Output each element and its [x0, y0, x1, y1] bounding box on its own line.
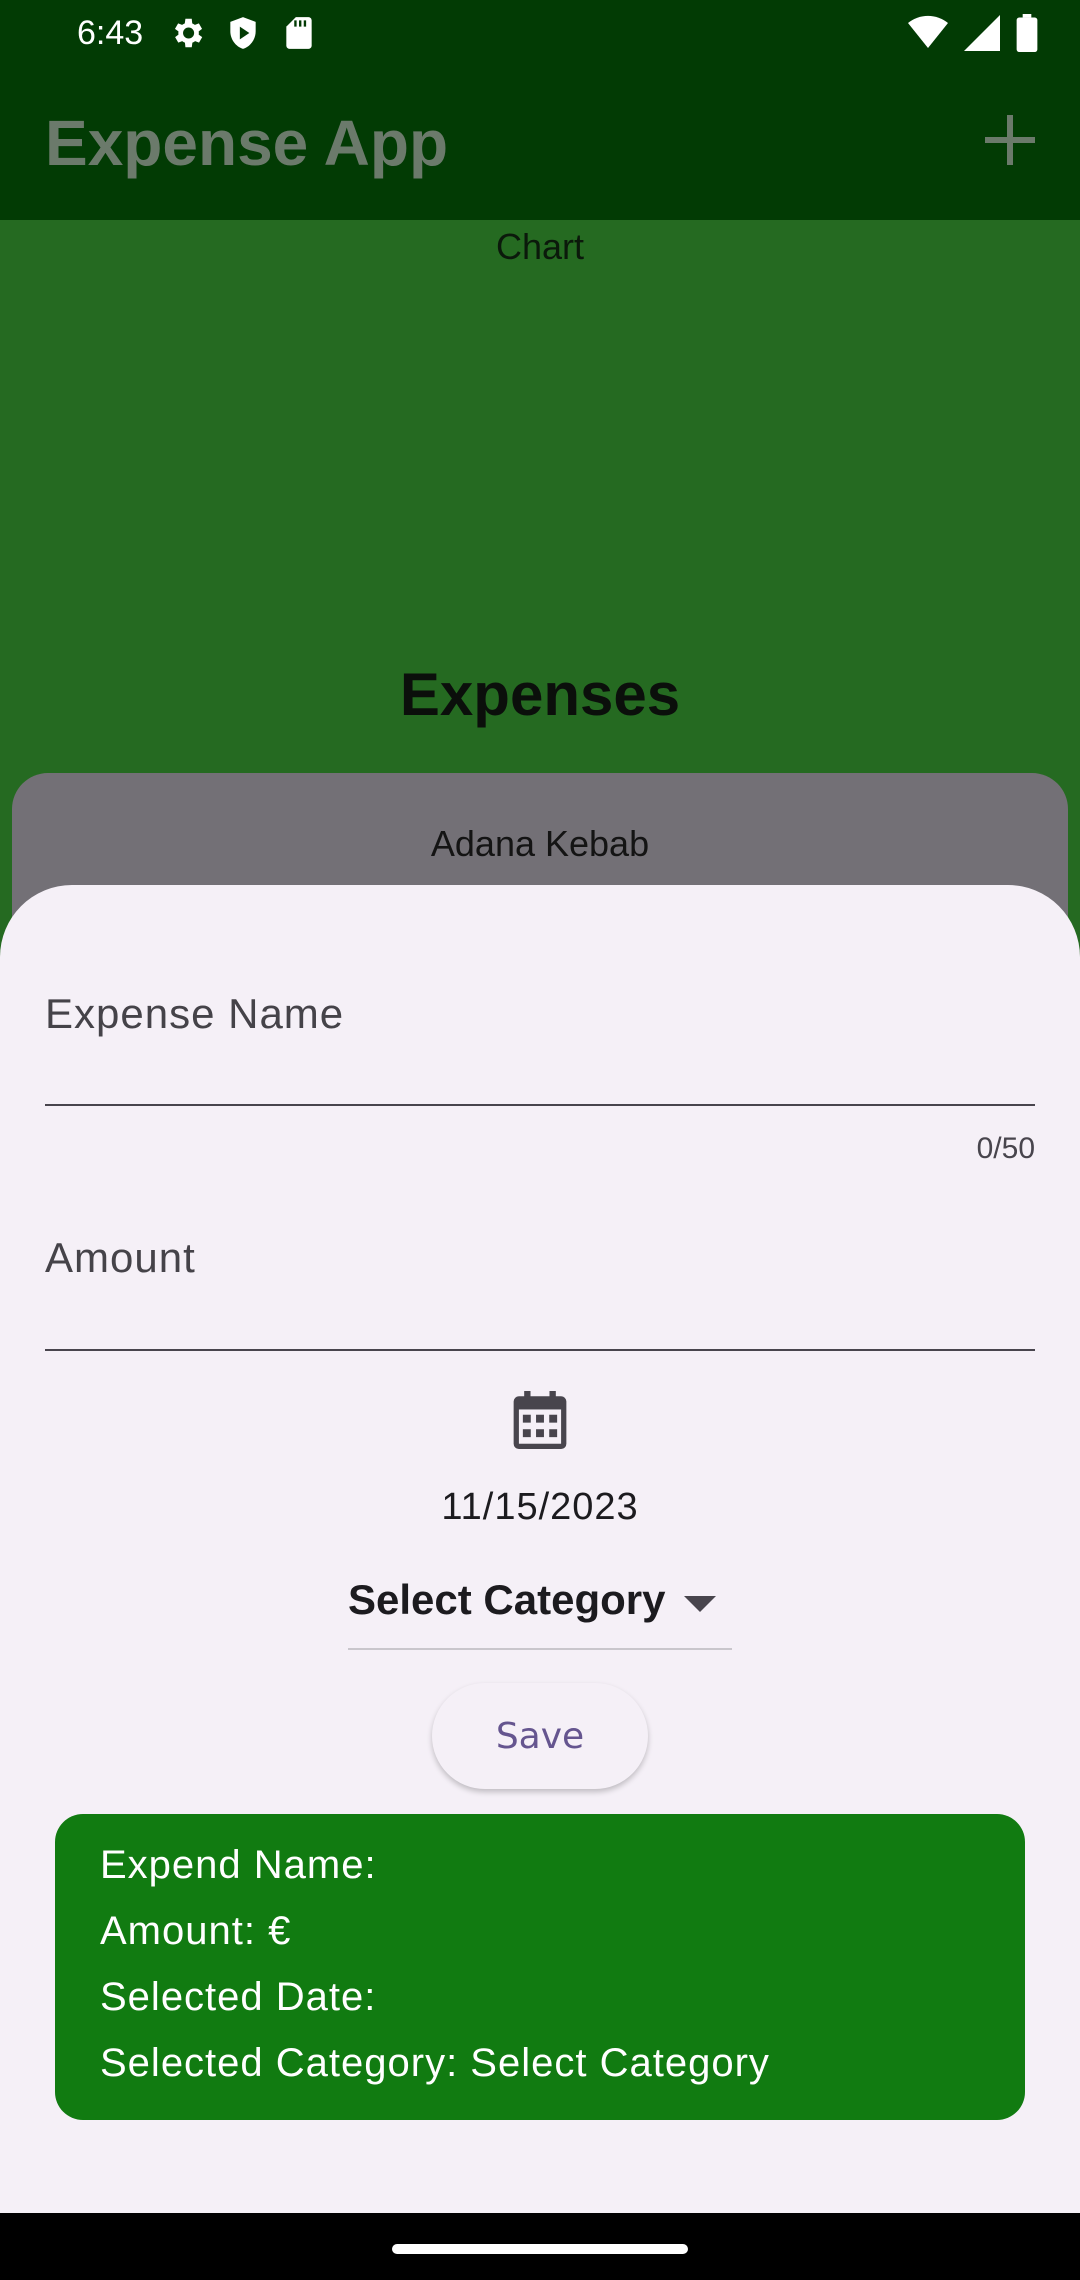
wifi-icon [908, 15, 948, 49]
expenses-heading: Expenses [399, 661, 681, 728]
expense-summary-card: Expend Name: Amount: € Selected Date: Se… [55, 1814, 1025, 2120]
gear-icon [174, 18, 203, 48]
shield-play-icon [230, 17, 256, 49]
save-button[interactable]: Save [432, 1683, 648, 1789]
dropdown-arrow-icon [684, 1596, 716, 1612]
plus-icon [985, 115, 1035, 165]
category-selected-value: Select Category [348, 1576, 666, 1623]
summary-expend-name: Expend Name: [100, 1843, 377, 1887]
home-gesture-handle[interactable] [392, 2244, 688, 2254]
status-icons-left [168, 14, 318, 52]
app-bar: Expense App [0, 70, 1080, 220]
amount-label: Amount [45, 1234, 196, 1281]
expense-name-counter: 0/50 [976, 1132, 1035, 1165]
chart-label: Chart [495, 226, 585, 267]
battery-icon [1016, 14, 1038, 52]
summary-selected-date: Selected Date: [100, 1975, 377, 2019]
summary-amount: Amount: € [100, 1909, 292, 1953]
selected-date-text: 11/15/2023 [441, 1486, 639, 1528]
expense-name-underline [45, 1104, 1035, 1106]
amount-underline [45, 1349, 1035, 1351]
status-time: 6:43 [77, 14, 144, 52]
signal-icon [964, 15, 1000, 51]
status-icons-right [908, 14, 1038, 52]
calendar-icon [513, 1391, 567, 1449]
add-expense-button[interactable] [970, 100, 1050, 180]
date-picker-button[interactable] [510, 1390, 570, 1450]
expense-item-name: Adana Kebab [430, 823, 650, 864]
navigation-bar [0, 2213, 1080, 2280]
sd-card-icon [286, 17, 312, 49]
app-title: Expense App [45, 107, 449, 179]
status-bar: 6:43 [0, 0, 1080, 70]
summary-selected-category: Selected Category: Select Category [100, 2041, 770, 2085]
category-dropdown[interactable]: Select Category [348, 1570, 732, 1650]
expense-name-label: Expense Name [45, 990, 345, 1037]
